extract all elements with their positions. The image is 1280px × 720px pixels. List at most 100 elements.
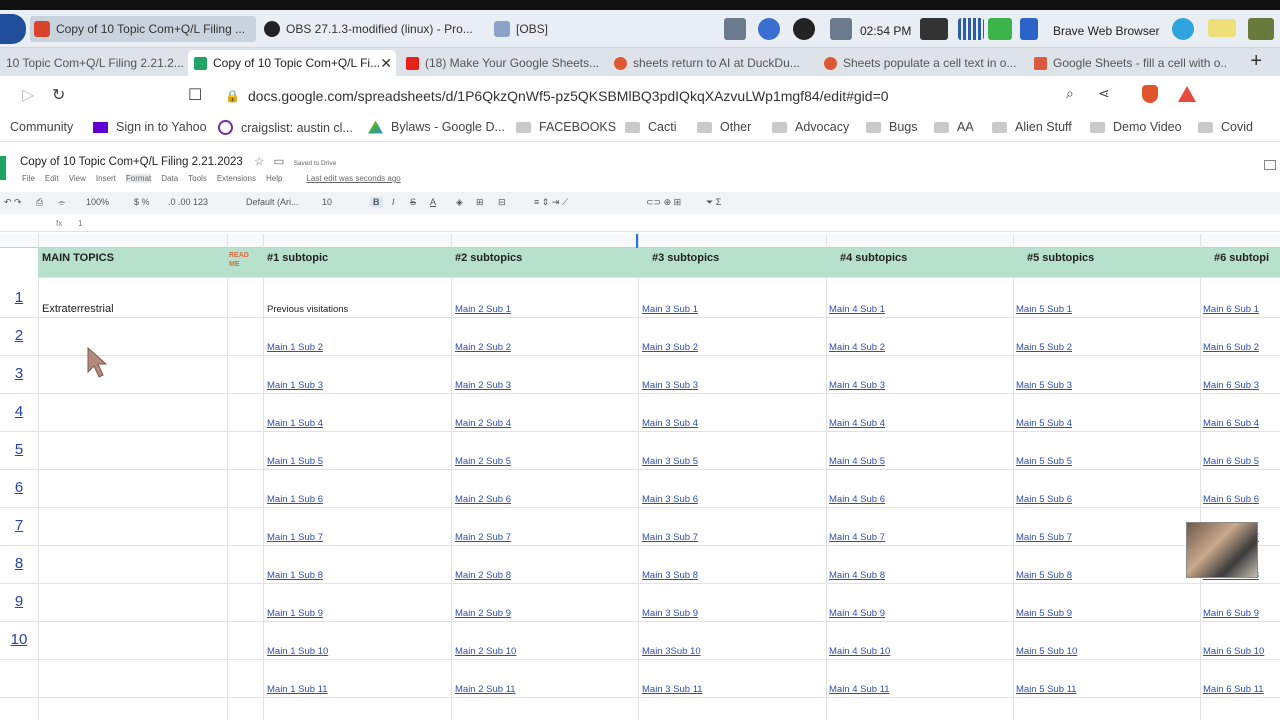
- menu-insert[interactable]: Insert: [96, 174, 116, 183]
- print-icon[interactable]: ⎙: [36, 197, 43, 208]
- subtopic-link[interactable]: Main 3 Sub 1: [642, 304, 822, 315]
- subtopic-link[interactable]: Main 3 Sub 9: [642, 608, 822, 619]
- subtopic-link[interactable]: Main 2 Sub 4: [455, 418, 635, 429]
- share-icon[interactable]: ⋖: [1098, 85, 1110, 102]
- subtopic-link[interactable]: Main 5 Sub 9: [1016, 608, 1196, 619]
- subtopic-link[interactable]: Main 3 Sub 3: [642, 380, 822, 391]
- menu-tools[interactable]: Tools: [188, 174, 207, 183]
- main-topic-cell[interactable]: Extraterrestrial: [42, 303, 114, 315]
- bookmark-facebooks[interactable]: FACEBOOKS: [516, 120, 616, 134]
- formula-input[interactable]: 1: [78, 219, 82, 228]
- menu-edit[interactable]: Edit: [45, 174, 59, 183]
- row-number-link[interactable]: 6: [0, 479, 38, 496]
- subtopic-link[interactable]: Main 5 Sub 1: [1016, 304, 1196, 315]
- row-number-link[interactable]: 4: [0, 403, 38, 420]
- undo-icon[interactable]: ↶ ↷: [4, 197, 22, 208]
- align-icon[interactable]: ≡ ⇕ ⇥ ⟋: [534, 197, 568, 208]
- star-icon[interactable]: ☆: [254, 156, 264, 168]
- subtopic-link[interactable]: Main 4 Sub 7: [829, 532, 1009, 543]
- subtopic-link[interactable]: Main 5 Sub 8: [1016, 570, 1196, 581]
- menu-extensions[interactable]: Extensions: [217, 174, 256, 183]
- subtopic-link[interactable]: Main 3 Sub 4: [642, 418, 822, 429]
- header-readme[interactable]: READ ME: [229, 251, 259, 269]
- header-subtopic-1[interactable]: #1 subtopic: [267, 252, 328, 264]
- monitor-icon[interactable]: [920, 18, 948, 40]
- subtopic-link[interactable]: Main 5 Sub 11: [1016, 684, 1196, 695]
- subtopic-link[interactable]: Main 3 Sub 2: [642, 342, 822, 353]
- subtopic-link[interactable]: Main 5 Sub 10: [1016, 646, 1196, 657]
- taskbar-item-obs-window[interactable]: [OBS]: [490, 16, 590, 42]
- header-subtopic-6[interactable]: #6 subtopi: [1214, 252, 1269, 264]
- menu-data[interactable]: Data: [161, 174, 178, 183]
- bookmark-cacti[interactable]: Cacti: [625, 120, 676, 134]
- bookmark-other[interactable]: Other: [697, 120, 751, 134]
- bookmark-alien-stuff[interactable]: Alien Stuff: [992, 120, 1072, 134]
- new-tab-button[interactable]: +: [1250, 50, 1262, 73]
- subtopic-link[interactable]: Main 3 Sub 11: [642, 684, 822, 695]
- taskbar-item-obs[interactable]: OBS 27.1.3-modified (linux) - Pro...: [260, 16, 486, 42]
- filter-icon[interactable]: ⏷ Σ: [706, 197, 721, 208]
- telegram-icon[interactable]: [1172, 18, 1194, 40]
- subtopic-link[interactable]: Main 2 Sub 8: [455, 570, 635, 581]
- subtopic-link[interactable]: Main 6 Sub 2: [1203, 342, 1280, 353]
- start-menu-icon[interactable]: [0, 14, 26, 44]
- subtopic-link[interactable]: Main 1 Sub 2: [267, 342, 447, 353]
- row-number-link[interactable]: 8: [0, 555, 38, 572]
- subtopic-link[interactable]: Main 2 Sub 10: [455, 646, 635, 657]
- row-number-link[interactable]: 2: [0, 327, 38, 344]
- row-number-link[interactable]: 7: [0, 517, 38, 534]
- header-subtopic-3[interactable]: #3 subtopics: [652, 252, 719, 264]
- subtopic-link[interactable]: Main 1 Sub 4: [267, 418, 447, 429]
- strikethrough-icon[interactable]: S: [410, 197, 416, 207]
- subtopic-link[interactable]: Main 5 Sub 2: [1016, 342, 1196, 353]
- subtopic-link[interactable]: Main 3 Sub 7: [642, 532, 822, 543]
- subtopic-link[interactable]: Main 4 Sub 5: [829, 456, 1009, 467]
- bookmark-bylaws[interactable]: Bylaws - Google D...: [368, 120, 505, 134]
- address-bar[interactable]: 🔒 docs.google.com/spreadsheets/d/1P6QkzQ…: [225, 85, 1075, 107]
- row-number-link[interactable]: 1: [0, 289, 38, 306]
- header-main-topics[interactable]: MAIN TOPICS: [42, 252, 114, 264]
- clock[interactable]: 02:54 PM: [860, 24, 911, 38]
- borders-icon[interactable]: ⊞: [476, 197, 484, 208]
- last-edit-link[interactable]: Last edit was seconds ago: [306, 174, 400, 183]
- paint-format-icon[interactable]: ⌯: [58, 197, 65, 208]
- bookmark-community[interactable]: Community: [10, 120, 73, 134]
- subtopic-link[interactable]: Main 4 Sub 4: [829, 418, 1009, 429]
- subtopic-link[interactable]: Main 1 Sub 7: [267, 532, 447, 543]
- subtopic-link[interactable]: Main 2 Sub 7: [455, 532, 635, 543]
- bookmark-demo-video[interactable]: Demo Video: [1090, 120, 1182, 134]
- decimal-icon[interactable]: .0 .00 123: [168, 197, 208, 207]
- subtopic-link[interactable]: Main 4 Sub 3: [829, 380, 1009, 391]
- notes-icon[interactable]: [1208, 19, 1236, 37]
- subtopic-link[interactable]: Main 2 Sub 6: [455, 494, 635, 505]
- subtopic-link[interactable]: Main 2 Sub 11: [455, 684, 635, 695]
- font-size-select[interactable]: 10: [322, 197, 332, 207]
- bookmark-covid[interactable]: Covid: [1198, 120, 1253, 134]
- subtopic-cell[interactable]: Previous visitations: [267, 304, 447, 315]
- document-title[interactable]: Copy of 10 Topic Com+Q/L Filing 2.21.202…: [20, 154, 336, 168]
- calculator-icon[interactable]: [1248, 18, 1274, 40]
- tab-2-active[interactable]: Copy of 10 Topic Com+Q/L Fi... ✕: [188, 50, 396, 76]
- subtopic-link[interactable]: Main 5 Sub 6: [1016, 494, 1196, 505]
- bold-icon[interactable]: B: [370, 197, 383, 207]
- subtopic-link[interactable]: Main 1 Sub 3: [267, 380, 447, 391]
- subtopic-link[interactable]: Main 2 Sub 1: [455, 304, 635, 315]
- menu-file[interactable]: File: [22, 174, 35, 183]
- comments-icon[interactable]: [1264, 160, 1276, 170]
- menu-format[interactable]: Format: [125, 174, 152, 183]
- close-tab-icon[interactable]: ✕: [380, 55, 392, 72]
- tab-6[interactable]: Google Sheets - fill a cell with o...: [1028, 50, 1228, 76]
- subtopic-link[interactable]: Main 6 Sub 5: [1203, 456, 1280, 467]
- subtopic-link[interactable]: Main 5 Sub 4: [1016, 418, 1196, 429]
- subtopic-link[interactable]: Main 6 Sub 6: [1203, 494, 1280, 505]
- subtopic-link[interactable]: Main 1 Sub 8: [267, 570, 447, 581]
- bookmark-advocacy[interactable]: Advocacy: [772, 120, 849, 134]
- bluetooth-icon[interactable]: [758, 18, 780, 40]
- subtopic-link[interactable]: Main 1 Sub 9: [267, 608, 447, 619]
- header-subtopic-2[interactable]: #2 subtopics: [455, 252, 522, 264]
- subtopic-link[interactable]: Main 6 Sub 4: [1203, 418, 1280, 429]
- zoom-select[interactable]: 100%: [86, 197, 109, 207]
- subtopic-link[interactable]: Main 4 Sub 10: [829, 646, 1009, 657]
- row-number-link[interactable]: 10: [0, 631, 38, 648]
- header-subtopic-4[interactable]: #4 subtopics: [840, 252, 907, 264]
